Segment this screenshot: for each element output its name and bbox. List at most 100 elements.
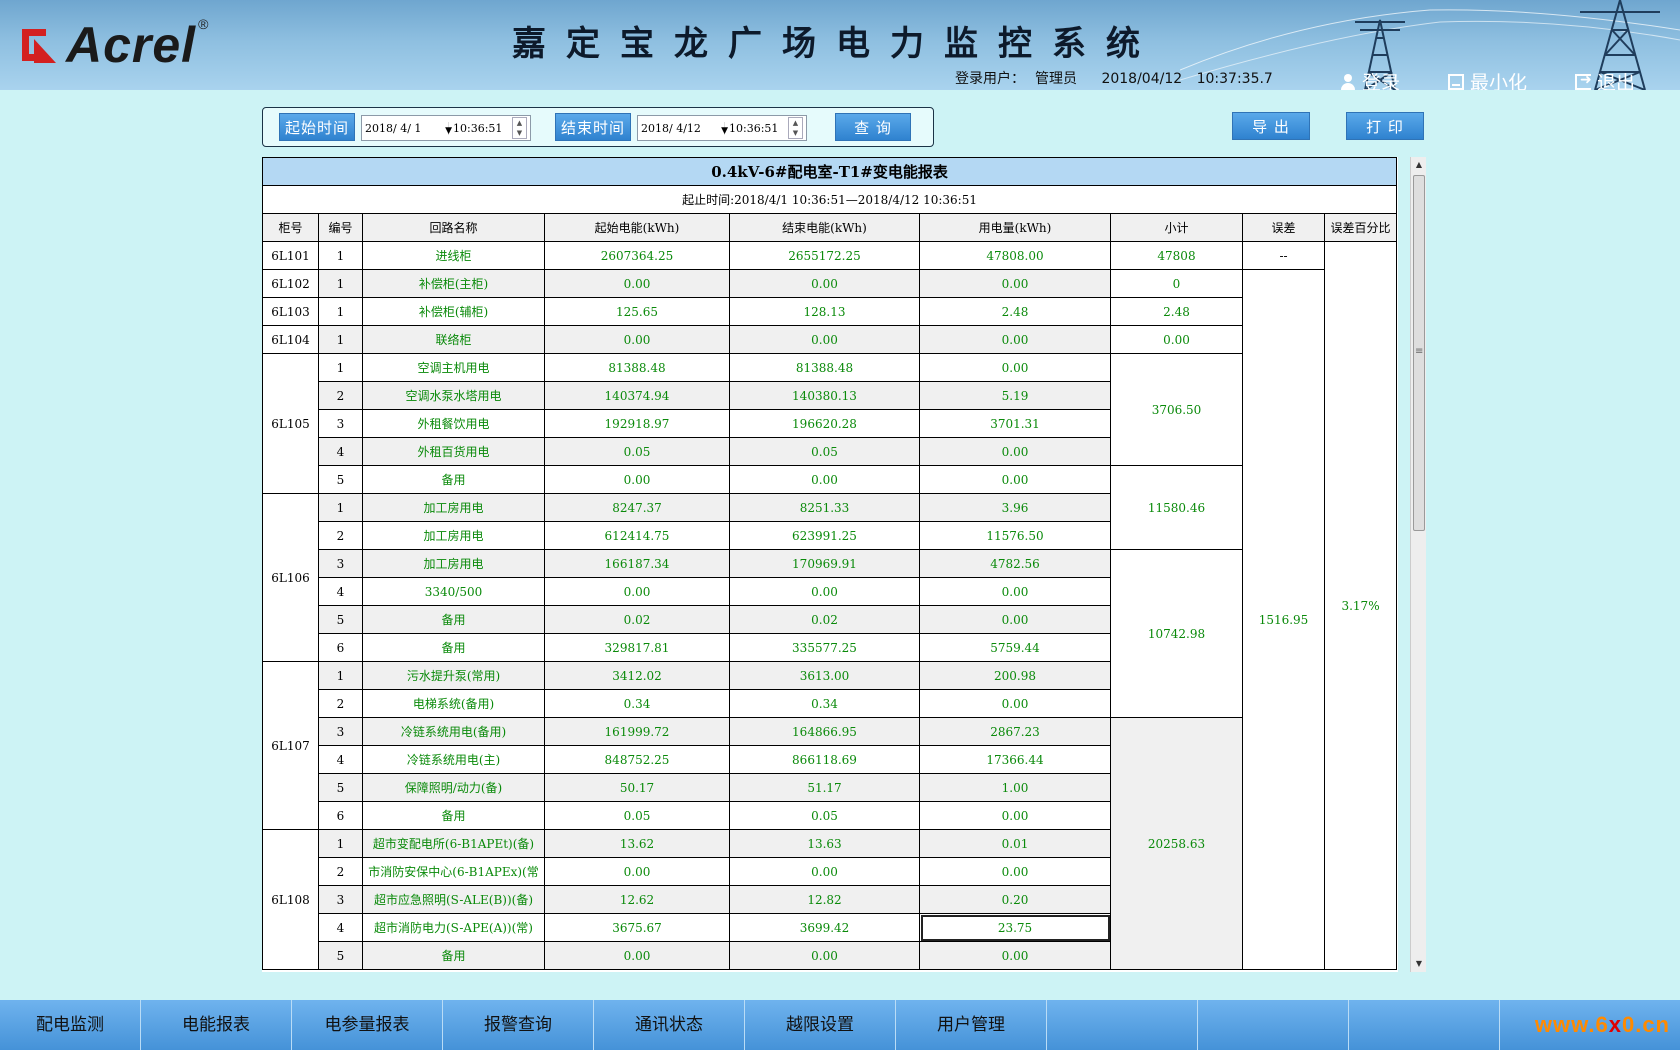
cabinet-cell: 6L103 <box>262 297 319 326</box>
circuit-name-cell: 污水提升泵(常用) <box>362 661 545 690</box>
registered-mark: ® <box>198 16 209 32</box>
index-cell: 1 <box>318 325 363 354</box>
nav-limit-settings[interactable]: 越限设置 <box>745 1000 896 1050</box>
col-header: 结束电能(kWh) <box>729 213 920 242</box>
scroll-down-icon[interactable]: ▼ <box>1411 956 1427 972</box>
spin-up-icon[interactable]: ▲ <box>513 118 526 128</box>
nav-user-management[interactable]: 用户管理 <box>896 1000 1047 1050</box>
cabinet-cell: 6L104 <box>262 325 319 354</box>
usage-cell: 0.00 <box>919 577 1111 606</box>
start-energy-cell: 8247.37 <box>544 493 730 522</box>
nav-empty-slot <box>1198 1000 1349 1050</box>
index-cell: 3 <box>318 549 363 578</box>
usage-cell: 47808.00 <box>919 241 1111 270</box>
subtotal-cell: 2.48 <box>1110 297 1243 326</box>
scroll-thumb[interactable] <box>1413 175 1425 531</box>
end-datetime-picker[interactable]: 2018/ 4/12 ▼ 10:36:51 ▲ ▼ <box>637 115 807 141</box>
export-button[interactable]: 导 出 <box>1232 112 1310 140</box>
start-datetime-picker[interactable]: 2018/ 4/ 1 ▼ 10:36:51 ▲ ▼ <box>361 115 531 141</box>
cabinet-cell: 6L102 <box>262 269 319 298</box>
index-cell: 1 <box>318 661 363 690</box>
user-info: 登录用户： 管理员 2018/04/12 10:37:35.7 <box>955 68 1283 88</box>
start-time-label: 起始时间 <box>279 113 355 141</box>
minimize-button[interactable]: 最小化 <box>1448 68 1527 90</box>
col-header: 柜号 <box>262 213 319 242</box>
index-cell: 1 <box>318 353 363 382</box>
exit-label: 退出 <box>1597 72 1636 90</box>
circuit-name-cell: 冷链系统用电(主) <box>362 745 545 774</box>
end-energy-cell: 0.00 <box>729 941 920 970</box>
usage-cell: 0.00 <box>919 437 1111 466</box>
nav-alarm-query[interactable]: 报警查询 <box>443 1000 594 1050</box>
index-cell: 5 <box>318 465 363 494</box>
nav-param-report[interactable]: 电参量报表 <box>292 1000 443 1050</box>
col-header: 编号 <box>318 213 363 242</box>
table-header-row: 柜号 编号 回路名称 起始电能(kWh) 结束电能(kWh) 用电量(kWh) … <box>262 213 1398 242</box>
index-cell: 3 <box>318 885 363 914</box>
chevron-down-icon[interactable]: ▼ <box>721 126 728 136</box>
chevron-down-icon[interactable]: ▼ <box>445 126 452 136</box>
nav-power-monitoring[interactable]: 配电监测 <box>0 1000 141 1050</box>
usage-cell: 200.98 <box>919 661 1111 690</box>
spin-up-icon[interactable]: ▲ <box>789 118 802 128</box>
end-time-label: 结束时间 <box>555 113 631 141</box>
current-date: 2018/04/12 <box>1101 71 1183 87</box>
subtotal-cell: 20258.63 <box>1110 717 1243 970</box>
circuit-name-cell: 超市消防电力(S-APE(A))(常) <box>362 913 545 942</box>
end-energy-cell: 0.00 <box>729 857 920 886</box>
minimize-label: 最小化 <box>1470 72 1528 90</box>
usage-cell[interactable]: 23.75 <box>919 913 1111 942</box>
index-cell: 5 <box>318 605 363 634</box>
end-energy-cell: 8251.33 <box>729 493 920 522</box>
subtotal-cell: 10742.98 <box>1110 549 1243 718</box>
end-energy-cell: 12.82 <box>729 885 920 914</box>
start-energy-cell: 166187.34 <box>544 549 730 578</box>
col-header: 误差 <box>1242 213 1325 242</box>
end-energy-cell: 0.00 <box>729 269 920 298</box>
report-body: 6L101 1 进线柜 2607364.25 2655172.25 47808.00 478… <box>262 241 1398 970</box>
circuit-name-cell: 超市变配电所(6-B1APEt)(备) <box>362 829 545 858</box>
usage-cell: 0.00 <box>919 605 1111 634</box>
usage-cell: 11576.50 <box>919 521 1111 550</box>
index-cell: 3 <box>318 717 363 746</box>
end-energy-cell: 140380.13 <box>729 381 920 410</box>
usage-cell: 0.00 <box>919 325 1111 354</box>
col-header: 回路名称 <box>362 213 545 242</box>
exit-button[interactable]: 退出 <box>1575 68 1635 90</box>
report-scrollbar[interactable]: ▲ ▼ <box>1410 157 1426 972</box>
index-cell: 4 <box>318 913 363 942</box>
spin-down-icon[interactable]: ▼ <box>789 128 802 138</box>
index-cell: 2 <box>318 521 363 550</box>
scroll-up-icon[interactable]: ▲ <box>1411 157 1427 173</box>
circuit-name-cell: 空调水泵水塔用电 <box>362 381 545 410</box>
energy-report-table: 0.4kV-6#配电室-T1#变电能报表 起止时间:2018/4/1 10:36… <box>262 157 1398 970</box>
report-time-range: 起止时间:2018/4/1 10:36:51—2018/4/12 10:36:5… <box>262 185 1398 214</box>
circuit-name-cell: 空调主机用电 <box>362 353 545 382</box>
nav-comm-status[interactable]: 通讯状态 <box>594 1000 745 1050</box>
index-cell: 5 <box>318 941 363 970</box>
circuit-name-cell: 备用 <box>362 941 545 970</box>
index-cell: 1 <box>318 241 363 270</box>
search-button[interactable]: 查 询 <box>835 113 911 141</box>
spin-down-icon[interactable]: ▼ <box>513 128 526 138</box>
start-energy-cell: 161999.72 <box>544 717 730 746</box>
usage-cell: 2.48 <box>919 297 1111 326</box>
login-button[interactable]: 登录 <box>1340 68 1400 90</box>
error-cell: -- <box>1242 241 1325 270</box>
start-time-spinner[interactable]: ▲ ▼ <box>512 117 527 139</box>
end-time-spinner[interactable]: ▲ ▼ <box>788 117 803 139</box>
usage-cell: 0.20 <box>919 885 1111 914</box>
logo-mark-icon <box>22 25 62 65</box>
system-title: 嘉定宝龙广场电力监控系统 <box>512 24 1160 64</box>
acrel-logo: Acrel ® <box>22 16 209 73</box>
index-cell: 5 <box>318 773 363 802</box>
table-row: 6L105 1 空调主机用电 81388.48 81388.48 0.00 3706.50 <box>262 353 1397 494</box>
end-energy-cell: 335577.25 <box>729 633 920 662</box>
start-energy-cell: 0.34 <box>544 689 730 718</box>
watermark-part: www.6 <box>1534 1012 1609 1037</box>
usage-cell: 5.19 <box>919 381 1111 410</box>
nav-energy-report[interactable]: 电能报表 <box>141 1000 292 1050</box>
print-button[interactable]: 打 印 <box>1346 112 1424 140</box>
usage-cell: 0.00 <box>919 465 1111 494</box>
table-row: 6L103 1 补偿柜(辅柜) 125.65 128.13 2.48 2.48 <box>262 297 1397 326</box>
